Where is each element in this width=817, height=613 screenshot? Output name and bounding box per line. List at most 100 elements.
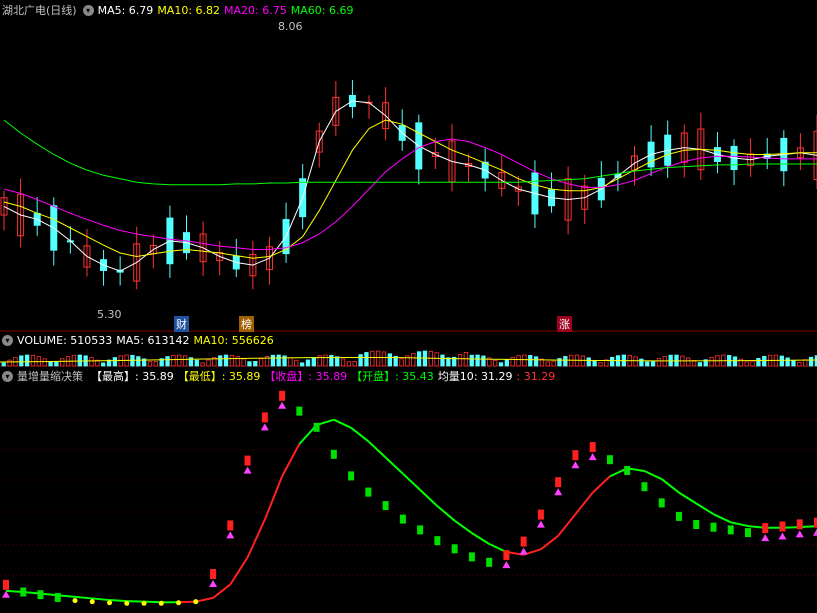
volume-bar — [492, 359, 498, 367]
volume-bar — [241, 358, 246, 367]
volume-bar — [311, 357, 316, 367]
buy-arrow — [778, 532, 787, 540]
increase-bar — [210, 569, 217, 579]
avg-volume-line — [678, 491, 697, 505]
chevron-down-icon[interactable]: ▾ — [2, 334, 13, 346]
close-value: : 35.89 — [308, 369, 348, 383]
open-key: 【开盘】 — [351, 370, 396, 383]
ma-line-ma20 — [3, 138, 817, 250]
flat-marker — [72, 598, 78, 604]
volume-bar — [504, 359, 510, 367]
volume-bar — [808, 356, 814, 367]
volume-bar — [656, 358, 662, 367]
avg-volume-line — [74, 595, 93, 600]
increase-bar — [244, 455, 251, 466]
avg-volume-line — [195, 596, 214, 603]
volume-bar — [416, 351, 422, 367]
close-key: 【收盘】 — [264, 370, 309, 383]
increase-bar — [279, 390, 286, 401]
indicator-header: ▾ 量增量缩决策 【最高】 : 35.89 【最低】 : 35.89 【收盘】 … — [0, 368, 817, 384]
avg-key: 均量10 — [437, 370, 474, 383]
avg-volume-line — [333, 418, 352, 429]
volume-bar — [785, 357, 790, 367]
volume-bar — [247, 361, 252, 367]
limit-up-tag[interactable]: 涨 — [557, 316, 572, 332]
avg-volume-line — [350, 427, 369, 443]
volume-bar — [633, 356, 638, 367]
volume-bar — [270, 354, 276, 367]
flat-marker — [89, 599, 95, 605]
avg-volume-line — [126, 600, 145, 603]
avg-volume-line — [540, 535, 559, 551]
volume-bar — [177, 354, 182, 367]
volume-bar — [223, 354, 229, 367]
volume-bar — [563, 356, 568, 367]
volume-bar — [610, 356, 615, 367]
finance-tag[interactable]: 财 — [174, 316, 189, 332]
buy-arrow — [761, 534, 770, 542]
price-high-label: 8.06 — [278, 20, 303, 33]
volume-bar — [24, 354, 30, 367]
decrease-bar — [54, 592, 61, 602]
volume-bar — [387, 353, 393, 367]
decrease-bar — [744, 528, 751, 538]
volume-bar — [340, 358, 346, 367]
decrease-bar — [606, 455, 613, 465]
low-value: : 35.89 — [221, 369, 261, 383]
volume-bar — [762, 355, 767, 367]
volume-bar — [194, 359, 199, 367]
increase-bar — [520, 536, 527, 547]
avg-volume-line — [229, 556, 249, 585]
decrease-bar — [486, 557, 493, 567]
avg-volume-line — [92, 597, 110, 602]
volume-bar — [434, 352, 439, 367]
volume-bar — [370, 350, 375, 367]
high-key: 【最高】 — [91, 370, 135, 383]
avg-volume-line — [695, 502, 714, 516]
decrease-bar — [313, 422, 320, 432]
open-value: : 35.43 — [395, 369, 434, 383]
decrease-bar — [348, 471, 355, 481]
avg-volume-line — [246, 519, 266, 558]
avg-volume-line — [471, 532, 490, 545]
volume-bar — [352, 360, 357, 367]
volume-bar — [522, 354, 527, 367]
avg-volume-line — [419, 489, 439, 507]
buy-arrow — [243, 466, 252, 474]
buy-arrow — [554, 488, 563, 496]
avg-value: : 31.29 — [473, 369, 513, 383]
increase-bar — [762, 523, 769, 534]
decrease-bar — [399, 514, 406, 524]
buy-arrow — [502, 561, 511, 569]
volume-bar — [797, 362, 802, 367]
ranking-tag[interactable]: 榜 — [239, 316, 254, 332]
avg-volume-line — [436, 505, 456, 522]
increase-bar — [555, 477, 562, 488]
price-low-label: 5.30 — [97, 308, 122, 321]
increase-bar — [796, 519, 803, 530]
decrease-bar — [468, 552, 475, 562]
volume-bar — [89, 357, 94, 367]
decrease-bar — [37, 590, 44, 600]
flat-marker — [141, 600, 147, 606]
volume-bar — [580, 355, 586, 367]
volume-ma10: MA10: 556626 — [193, 333, 274, 347]
volume-bar — [346, 361, 352, 367]
buy-arrow — [260, 423, 269, 431]
volume-bar — [791, 360, 796, 367]
chart-canvas — [0, 79, 817, 606]
volume-bar — [457, 354, 463, 367]
increase-bar — [261, 412, 268, 423]
volume-bar — [779, 355, 784, 367]
chevron-down-icon[interactable]: ▾ — [2, 370, 13, 382]
volume-bar — [48, 361, 53, 367]
volume-bar — [446, 357, 451, 367]
decrease-bar — [20, 587, 27, 597]
buy-arrow — [519, 547, 528, 555]
avg-volume-line — [367, 440, 387, 459]
buy-arrow — [571, 461, 580, 469]
volume-bar — [294, 359, 299, 367]
volume-bar — [136, 356, 141, 367]
volume-bar — [592, 360, 597, 367]
volume-bar — [42, 358, 47, 367]
